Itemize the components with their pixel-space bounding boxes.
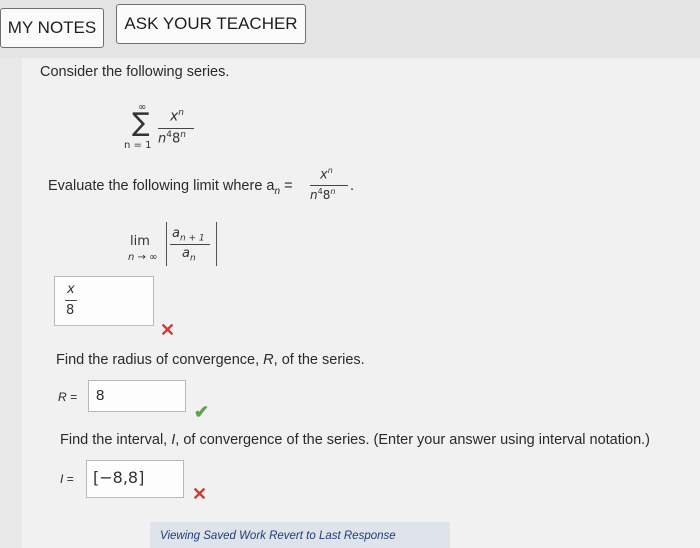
top-toolbar: MY NOTES ASK YOUR TEACHER bbox=[0, 0, 700, 58]
question-panel: Consider the following series. ∞ ∑ n = 1… bbox=[22, 58, 700, 548]
interval-prompt: Find the interval, I, of convergence of … bbox=[60, 432, 650, 448]
incorrect-mark-icon: ✕ bbox=[160, 320, 176, 340]
correct-check-icon: ✔ bbox=[194, 402, 210, 422]
limit-prompt: Evaluate the following limit where an = bbox=[48, 178, 293, 197]
limit-prompt-fraction: xn n48n . bbox=[310, 166, 355, 202]
limit-expression: lim n → ∞ an + 1 an bbox=[124, 220, 234, 270]
radius-answer-input[interactable]: 8 bbox=[88, 380, 186, 412]
series-denominator: n48n bbox=[158, 130, 186, 147]
my-notes-button[interactable]: MY NOTES bbox=[0, 8, 104, 48]
series-numerator: xn bbox=[170, 108, 185, 125]
interval-answer-input[interactable]: [−8,8] bbox=[86, 460, 184, 498]
interval-label: I = bbox=[60, 472, 74, 486]
radius-prompt: Find the radius of convergence, R, of th… bbox=[56, 352, 365, 368]
sigma-symbol: ∑ bbox=[132, 108, 150, 138]
incorrect-mark-icon: ✕ bbox=[192, 484, 208, 504]
saved-work-link[interactable]: Viewing Saved Work Revert to Last Respon… bbox=[160, 530, 460, 548]
lim-under: n → ∞ bbox=[128, 252, 158, 263]
sigma-lower: n = 1 bbox=[124, 140, 152, 151]
limit-answer-input[interactable]: x 8 bbox=[54, 276, 154, 326]
lim-text: lim bbox=[130, 234, 150, 249]
series-formula: ∞ ∑ n = 1 xn n48n bbox=[118, 102, 228, 160]
question-intro: Consider the following series. bbox=[40, 64, 230, 80]
radius-label: R = bbox=[58, 390, 78, 404]
ask-your-teacher-button[interactable]: ASK YOUR TEACHER bbox=[116, 4, 306, 44]
